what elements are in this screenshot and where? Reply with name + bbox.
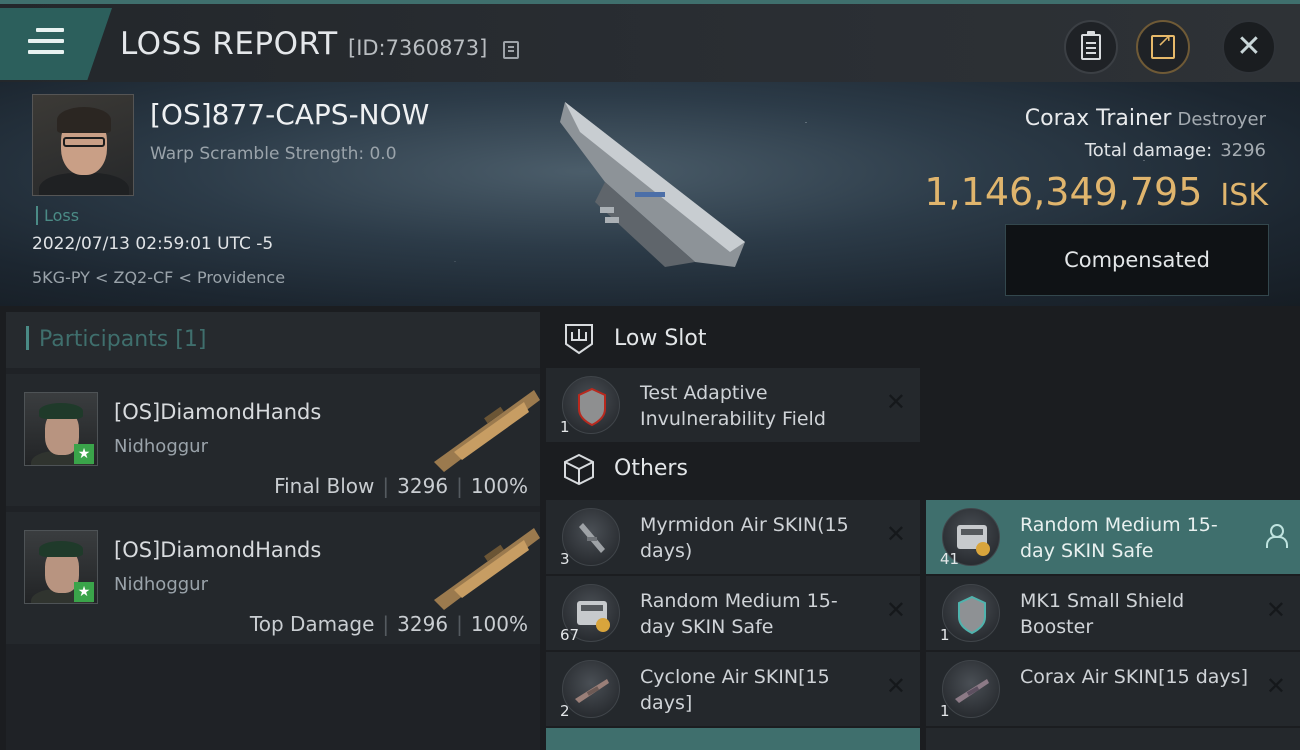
person-icon[interactable] (1266, 524, 1288, 548)
victim-ship[interactable]: Corax Trainer Destroyer (1025, 106, 1266, 131)
cube-icon (564, 453, 594, 486)
participant-role: Final Blow (274, 474, 375, 498)
ship-class: Destroyer (1177, 109, 1266, 130)
loss-tag: Loss (36, 206, 79, 225)
low-slot-header: Low Slot (546, 312, 1300, 368)
item-row[interactable]: 3 Myrmidon Air SKIN(15 days) ✕ (546, 500, 920, 574)
clipboard-icon (1081, 31, 1101, 60)
participant-card[interactable]: ★ [OS]DiamondHands Nidhoggur Final Blow |… (6, 374, 540, 506)
item-name: Myrmidon Air SKIN(15 days) (640, 514, 849, 562)
item-row[interactable]: 1 Corax Air SKIN[15 days] ✕ (926, 652, 1300, 726)
participants-title: Participants (39, 327, 169, 352)
dropped-items-panel: Low Slot 1 Test Adaptive Invulnerability… (546, 312, 1300, 750)
isk-amount: 1,146,349,795 (924, 170, 1203, 214)
loss-datetime: 2022/07/13 02:59:01 UTC -5 (32, 234, 274, 254)
item-row[interactable] (546, 728, 920, 750)
shield-hardener-icon (562, 376, 620, 434)
item-quantity: 1 (940, 626, 950, 644)
item-row[interactable]: 41 Random Medium 15-day SKIN Safe (926, 500, 1300, 574)
participant-ship: Nidhoggur (114, 436, 208, 457)
copy-icon[interactable] (503, 41, 519, 59)
item-name: MK1 Small Shield Booster (1020, 590, 1185, 638)
ship-skin-icon (562, 660, 620, 718)
item-name: Random Medium 15-day SKIN Safe (640, 590, 838, 638)
participant-role: Top Damage (249, 612, 375, 636)
participant-ship-image (434, 390, 540, 472)
menu-button[interactable] (0, 8, 112, 80)
item-quantity: 3 (560, 550, 570, 568)
total-damage-value: 3296 (1220, 140, 1266, 161)
close-button[interactable]: ✕ (1222, 20, 1276, 74)
item-row[interactable]: 1 MK1 Small Shield Booster ✕ (926, 576, 1300, 650)
participants-panel: Participants [1] ★ [OS]DiamondHands Nidh… (6, 312, 540, 750)
item-quantity: 1 (940, 702, 950, 720)
ship-skin-icon (942, 660, 1000, 718)
star-icon: ★ (74, 444, 94, 464)
victim-name[interactable]: [OS]877-CAPS-NOW (150, 98, 429, 131)
ship-skin-icon (562, 508, 620, 566)
total-damage: Total damage: 3296 (1085, 140, 1266, 161)
participants-count: [1] (175, 327, 207, 352)
victim-summary: [OS]877-CAPS-NOW Warp Scramble Strength:… (0, 82, 1300, 306)
warp-scramble-strength: Warp Scramble Strength: 0.0 (150, 144, 397, 164)
isk-unit: ISK (1220, 178, 1268, 213)
item-quantity: 41 (940, 550, 960, 568)
participant-percent: 100% (470, 474, 528, 498)
victim-portrait[interactable] (32, 94, 134, 196)
others-header: Others (546, 442, 1300, 498)
share-button[interactable] (1136, 20, 1190, 74)
close-icon: ✕ (1236, 29, 1262, 64)
star-icon: ★ (74, 582, 94, 602)
item-name: Random Medium 15-day SKIN Safe (1020, 514, 1218, 562)
destroyed-x-icon: ✕ (885, 672, 906, 700)
low-slot-label: Low Slot (614, 326, 707, 351)
isk-value: 1,146,349,795 ISK (924, 170, 1268, 214)
destroyed-x-icon: ✕ (885, 388, 906, 416)
destroyed-x-icon: ✕ (1265, 672, 1286, 700)
loss-location: 5KG-PY < ZQ2-CF < Providence (32, 268, 286, 287)
item-row[interactable]: 2 Cyclone Air SKIN[15 days] ✕ (546, 652, 920, 726)
ship-name: Corax Trainer (1024, 106, 1172, 131)
low-slot-icon (565, 324, 593, 355)
participant-ship-image (434, 528, 540, 610)
share-icon (1151, 30, 1175, 59)
item-name: Corax Air SKIN[15 days] (1020, 666, 1248, 688)
clipboard-button[interactable] (1064, 20, 1118, 74)
total-damage-label: Total damage: (1084, 140, 1213, 161)
item-row[interactable]: 67 Random Medium 15-day SKIN Safe ✕ (546, 576, 920, 650)
item-row[interactable] (926, 728, 1300, 750)
report-id: [ID:7360873] (348, 36, 488, 60)
destroyed-x-icon: ✕ (1265, 596, 1286, 624)
participant-name: [OS]DiamondHands (114, 538, 322, 562)
item-name: Test Adaptive Invulnerability Field (640, 382, 826, 430)
participant-card[interactable]: ★ [OS]DiamondHands Nidhoggur Top Damage |… (6, 512, 540, 644)
destroyed-x-icon: ✕ (885, 520, 906, 548)
hamburger-icon (28, 28, 64, 61)
destroyed-ship-image (560, 102, 745, 267)
page-title: LOSS REPORT (120, 26, 338, 62)
participant-damage: 3296 (397, 612, 449, 636)
participant-ship: Nidhoggur (114, 574, 208, 595)
participant-stats: Top Damage | 3296 | 100% (249, 612, 528, 636)
participants-header: Participants [1] (6, 312, 540, 368)
others-label: Others (614, 456, 688, 481)
item-quantity: 1 (560, 418, 570, 436)
participant-name: [OS]DiamondHands (114, 400, 322, 424)
destroyed-x-icon: ✕ (885, 596, 906, 624)
item-quantity: 67 (560, 626, 580, 644)
participant-percent: 100% (470, 612, 528, 636)
participant-damage: 3296 (397, 474, 449, 498)
participant-stats: Final Blow | 3296 | 100% (274, 474, 528, 498)
item-quantity: 2 (560, 702, 570, 720)
top-bar: LOSS REPORT [ID:7360873] ✕ (0, 0, 1300, 82)
item-row[interactable]: 1 Test Adaptive Invulnerability Field ✕ (546, 368, 920, 442)
shield-booster-icon (942, 584, 1000, 642)
compensated-button[interactable]: Compensated (1005, 224, 1269, 296)
item-name: Cyclone Air SKIN[15 days] (640, 666, 830, 714)
